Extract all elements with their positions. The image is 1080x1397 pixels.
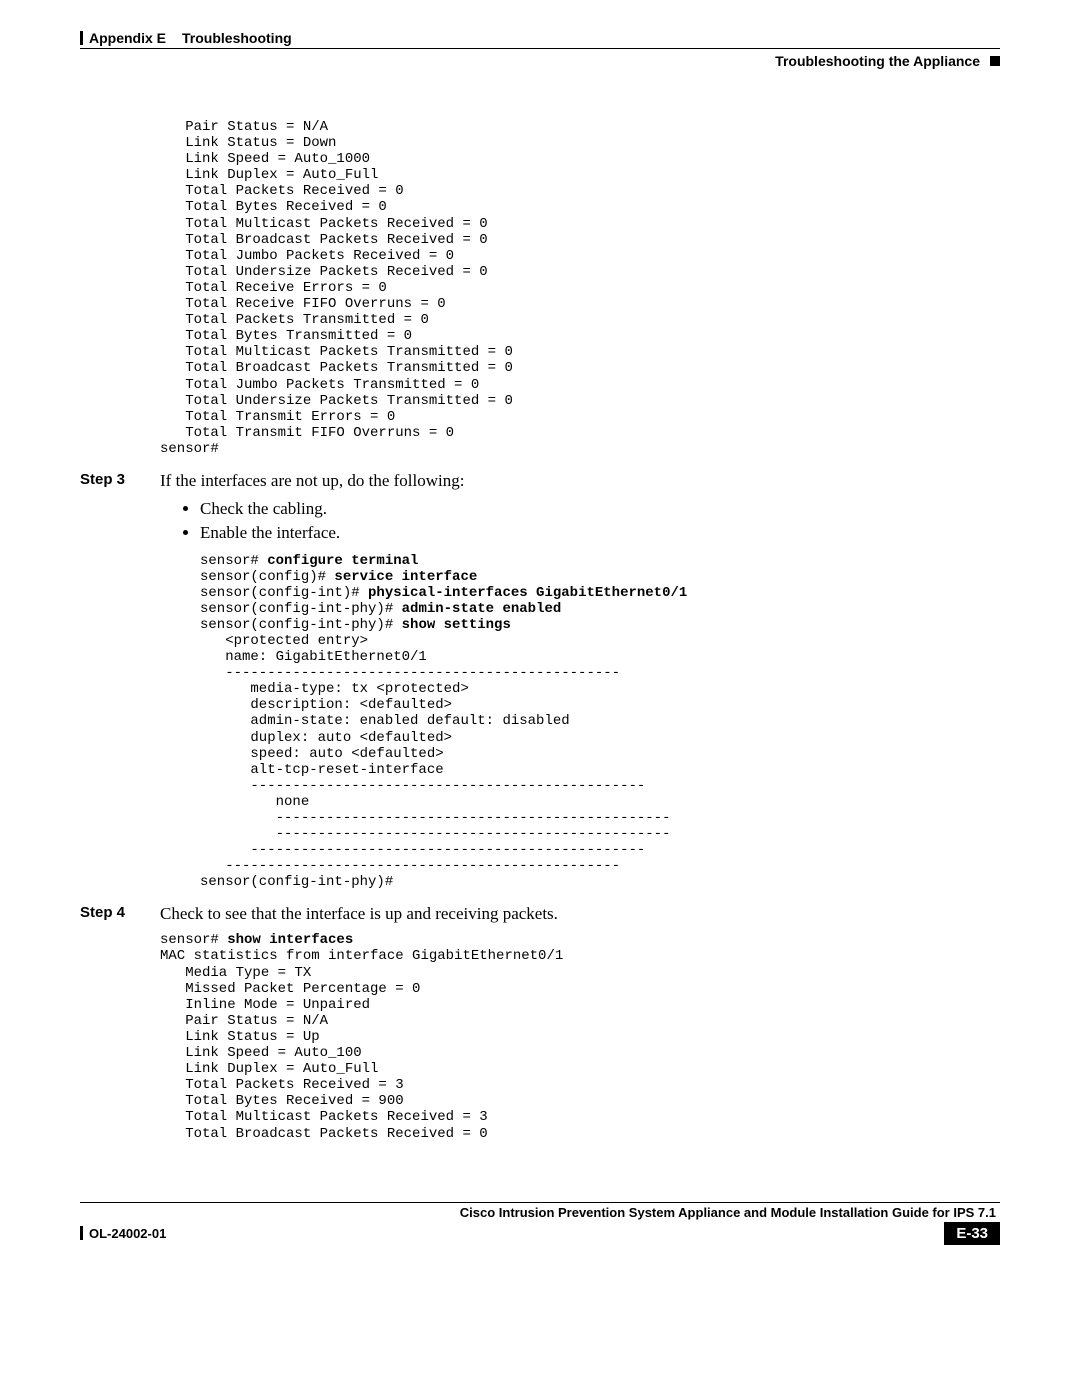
footer-title: Cisco Intrusion Prevention System Applia… [80, 1205, 1000, 1220]
bullet-check-cabling: Check the cabling. [200, 499, 1000, 519]
command: show interfaces [227, 932, 353, 948]
header-bar-icon [80, 31, 83, 45]
page-header: Appendix E Troubleshooting [80, 30, 1000, 49]
section-marker-icon [990, 56, 1000, 66]
step4-label: Step 4 [80, 904, 160, 924]
footer-bar-icon [80, 1226, 83, 1240]
section-label: Troubleshooting the Appliance [775, 53, 980, 69]
page-number: E-33 [944, 1222, 1000, 1245]
code-output: MAC statistics from interface GigabitEth… [160, 948, 1000, 1141]
command: physical-interfaces GigabitEthernet0/1 [368, 585, 687, 601]
prompt: sensor# [200, 553, 267, 569]
prompt: sensor(config-int-phy)# [200, 617, 402, 633]
step4-text: Check to see that the interface is up an… [160, 904, 558, 924]
step3-bullets: Check the cabling. Enable the interface. [160, 499, 1000, 543]
step3-label: Step 3 [80, 471, 160, 491]
command: show settings [402, 617, 511, 633]
chapter-label: Troubleshooting [182, 30, 292, 46]
prompt: sensor(config-int)# [200, 585, 368, 601]
prompt: sensor# [160, 932, 227, 948]
doc-number: OL-24002-01 [89, 1226, 166, 1241]
code-block-3: sensor# show interfaces MAC statistics f… [160, 932, 1000, 1141]
command: admin-state enabled [402, 601, 562, 617]
code-block-2: sensor# configure terminal sensor(config… [160, 553, 1000, 891]
section-header: Troubleshooting the Appliance [80, 53, 1000, 69]
appendix-label: Appendix E [89, 30, 166, 46]
command: configure terminal [267, 553, 418, 569]
step3-text: If the interfaces are not up, do the fol… [160, 471, 464, 491]
prompt: sensor(config)# [200, 569, 334, 585]
code-block-1: Pair Status = N/A Link Status = Down Lin… [160, 119, 1000, 457]
page-footer: Cisco Intrusion Prevention System Applia… [80, 1202, 1000, 1245]
prompt: sensor(config-int-phy)# [200, 601, 402, 617]
code-output: <protected entry> name: GigabitEthernet0… [200, 633, 1000, 891]
bullet-enable-interface: Enable the interface. [200, 523, 1000, 543]
command: service interface [334, 569, 477, 585]
